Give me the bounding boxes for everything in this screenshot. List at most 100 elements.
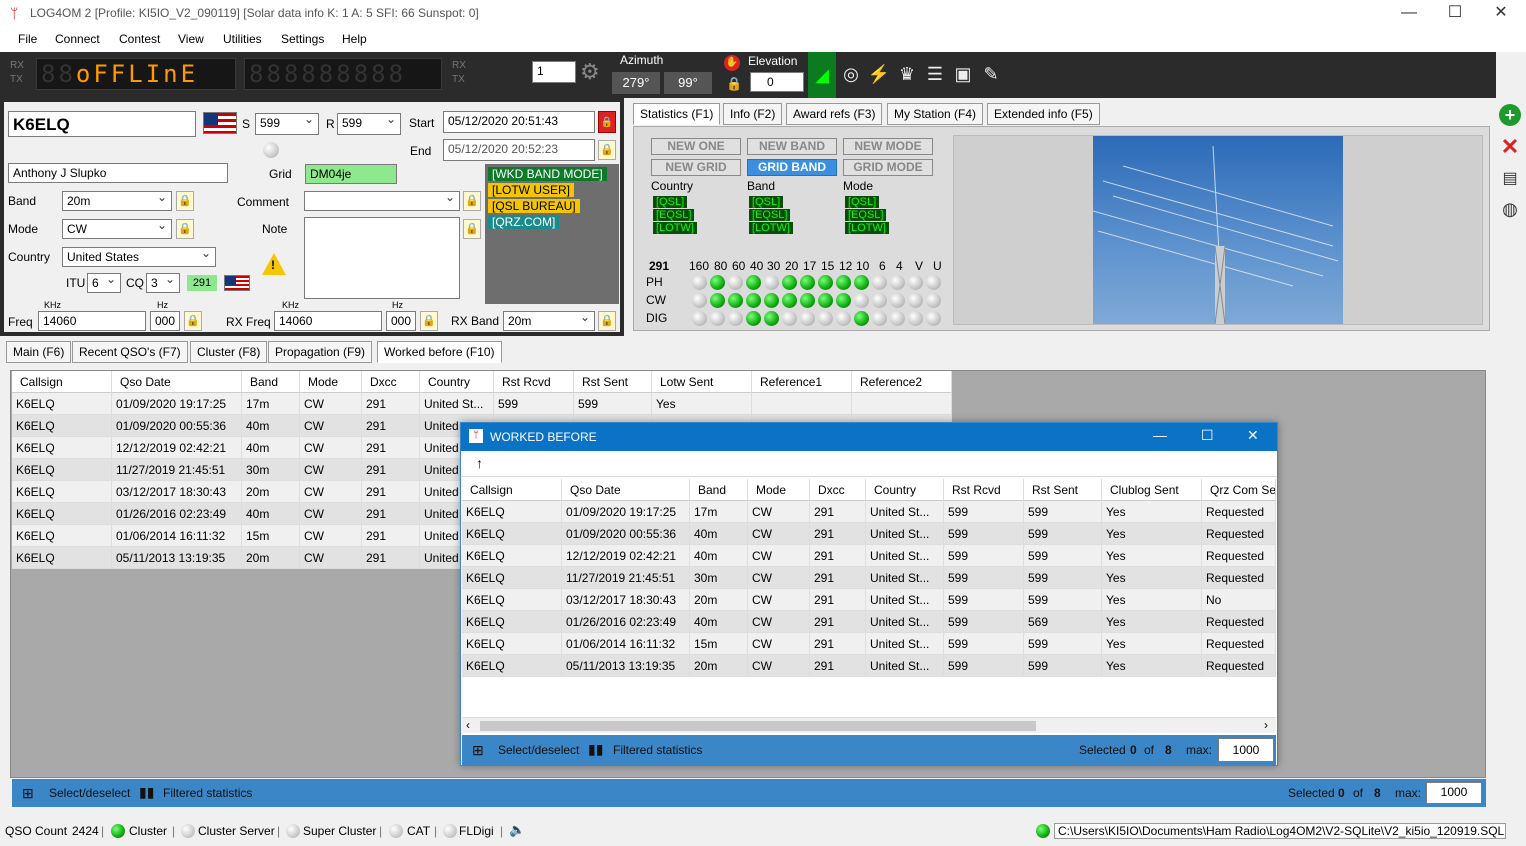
filtered-statistics-label[interactable]: Filtered statistics: [613, 743, 702, 757]
globe-icon[interactable]: ◎: [839, 62, 863, 86]
column-header[interactable]: Mode: [748, 479, 810, 501]
gear-icon[interactable]: ⚙: [580, 61, 604, 85]
start-lock-icon[interactable]: 🔒: [598, 111, 616, 133]
table-row[interactable]: K6ELQ 01/06/2014 16:11:32 15m CW 291 United S…: [462, 633, 1276, 655]
rx-band-select[interactable]: 20m: [503, 311, 595, 331]
tab-my-station[interactable]: My Station (F4): [887, 103, 984, 125]
cluster-label[interactable]: Cluster: [129, 824, 167, 838]
bar-chart-icon[interactable]: ▮▮: [139, 784, 154, 801]
column-header[interactable]: Band: [690, 479, 748, 501]
menu-settings[interactable]: Settings: [281, 32, 324, 46]
new-one-button[interactable]: NEW ONE: [651, 138, 741, 155]
column-header[interactable]: Qrz Com Se: [1202, 479, 1276, 501]
start-time-input[interactable]: 05/12/2020 20:51:43: [443, 111, 595, 133]
freq-input[interactable]: 14060: [38, 311, 146, 331]
table-row[interactable]: K6ELQ 01/09/2020 19:17:25 17m CW 291 United S…: [462, 501, 1276, 523]
rst-rcvd-select[interactable]: 599: [337, 113, 401, 135]
rx-freq-input[interactable]: 14060: [274, 311, 382, 331]
step-spinner[interactable]: 1: [532, 61, 576, 83]
tab-worked-before[interactable]: Worked before (F10): [377, 341, 502, 363]
grid-input[interactable]: DM04je: [305, 164, 397, 184]
new-grid-button[interactable]: NEW GRID: [651, 159, 741, 176]
callsign-input[interactable]: K6ELQ: [8, 111, 196, 137]
column-header[interactable]: Reference2: [852, 371, 952, 393]
tab-cluster[interactable]: Cluster (F8): [190, 341, 268, 363]
table-row[interactable]: K6ELQ 01/09/2020 00:55:36 40m CW 291 United S…: [462, 523, 1276, 545]
fldigi-status-icon[interactable]: [443, 824, 457, 838]
menu-help[interactable]: Help: [342, 32, 367, 46]
scroll-right-icon[interactable]: ›: [1264, 718, 1268, 732]
maximize-button[interactable]: ☐: [1432, 2, 1478, 26]
pen-icon[interactable]: ✎: [979, 62, 1003, 86]
select-deselect-icon[interactable]: ⊞: [22, 785, 34, 802]
freq-hz-input[interactable]: 000: [150, 311, 180, 331]
tab-recent-qsos[interactable]: Recent QSO's (F7): [72, 341, 188, 363]
scrollbar-thumb[interactable]: [480, 721, 1036, 731]
table-row[interactable]: K6ELQ 05/11/2013 13:19:35 20m CW 291 United S…: [462, 655, 1276, 677]
column-header[interactable]: Mode: [300, 371, 362, 393]
rx-band-lock-icon[interactable]: 🔒: [598, 311, 616, 331]
grid-band-button[interactable]: GRID BAND: [747, 159, 837, 176]
column-header[interactable]: Lotw Sent: [652, 371, 752, 393]
menu-utilities[interactable]: Utilities: [223, 32, 262, 46]
dialog-maximize-button[interactable]: ☐: [1201, 427, 1214, 444]
country-select[interactable]: United States: [62, 247, 216, 267]
dialog-minimize-button[interactable]: —: [1153, 427, 1167, 443]
max-input[interactable]: 1000: [1218, 738, 1274, 762]
horizontal-scrollbar[interactable]: ‹ ›: [462, 717, 1276, 733]
list-icon[interactable]: ☰: [923, 62, 947, 86]
menu-file[interactable]: File: [18, 32, 37, 46]
column-header[interactable]: Dxcc: [810, 479, 866, 501]
comment-select[interactable]: [304, 191, 460, 211]
radio-icon[interactable]: ▣: [951, 62, 975, 86]
column-header[interactable]: Country: [866, 479, 944, 501]
grid-mode-button[interactable]: GRID MODE: [843, 159, 933, 176]
rx-freq-lock-icon[interactable]: 🔒: [420, 311, 438, 331]
cat-status-icon[interactable]: [389, 824, 403, 838]
clear-qso-icon[interactable]: ✕: [1499, 136, 1521, 158]
mode-select[interactable]: CW: [62, 219, 172, 239]
tab-main[interactable]: Main (F6): [6, 341, 72, 363]
column-header[interactable]: Dxcc: [362, 371, 420, 393]
column-header[interactable]: Clublog Sent: [1102, 479, 1202, 501]
column-header[interactable]: Rst Rcvd: [944, 479, 1024, 501]
end-lock-icon[interactable]: 🔒: [598, 140, 616, 160]
table-row[interactable]: K6ELQ 01/26/2016 02:23:49 40m CW 291 United S…: [462, 611, 1276, 633]
close-button[interactable]: ✕: [1478, 2, 1524, 26]
menu-view[interactable]: View: [178, 32, 204, 46]
printer-icon[interactable]: ▤: [1499, 168, 1521, 190]
new-mode-button[interactable]: NEW MODE: [843, 138, 933, 155]
select-deselect-icon[interactable]: ⊞: [472, 742, 484, 759]
speaker-icon[interactable]: 🔈: [509, 822, 525, 838]
column-header[interactable]: Qso Date: [112, 371, 242, 393]
tab-extended-info[interactable]: Extended info (F5): [987, 103, 1100, 125]
rst-sent-select[interactable]: 599: [255, 113, 319, 135]
table-row[interactable]: K6ELQ 03/12/2017 18:30:43 20m CW 291 United S…: [462, 589, 1276, 611]
cq-select[interactable]: 3: [146, 273, 180, 293]
table-row[interactable]: K6ELQ 11/27/2019 21:45:51 30m CW 291 United S…: [462, 567, 1276, 589]
new-band-button[interactable]: NEW BAND: [747, 138, 837, 155]
cluster-server-label[interactable]: Cluster Server: [198, 824, 275, 838]
rx-freq-hz-input[interactable]: 000: [386, 311, 416, 331]
super-cluster-label[interactable]: Super Cluster: [303, 824, 376, 838]
column-header[interactable]: Rst Sent: [1024, 479, 1102, 501]
cluster-status-icon[interactable]: [111, 824, 125, 838]
menu-contest[interactable]: Contest: [119, 32, 160, 46]
tab-statistics[interactable]: Statistics (F1): [633, 103, 721, 125]
filtered-statistics-label[interactable]: Filtered statistics: [163, 786, 252, 800]
menu-connect[interactable]: Connect: [55, 32, 100, 46]
tab-propagation[interactable]: Propagation (F9): [268, 341, 373, 363]
band-select[interactable]: 20m: [62, 191, 172, 211]
band-lock-icon[interactable]: 🔒: [176, 191, 194, 211]
stop-rotator-icon[interactable]: ✋: [724, 55, 740, 71]
minimize-button[interactable]: —: [1386, 2, 1432, 26]
column-header[interactable]: Rst Rcvd: [494, 371, 574, 393]
column-header[interactable]: Band: [242, 371, 300, 393]
tab-info[interactable]: Info (F2): [723, 103, 783, 125]
end-time-input[interactable]: 05/12/2020 20:52:23: [443, 139, 595, 161]
column-header[interactable]: Country: [420, 371, 494, 393]
award-icon[interactable]: ♛: [895, 62, 919, 86]
super-cluster-status-icon[interactable]: [286, 824, 300, 838]
fldigi-label[interactable]: FLDigi: [459, 824, 494, 838]
column-header[interactable]: Callsign: [462, 479, 562, 501]
